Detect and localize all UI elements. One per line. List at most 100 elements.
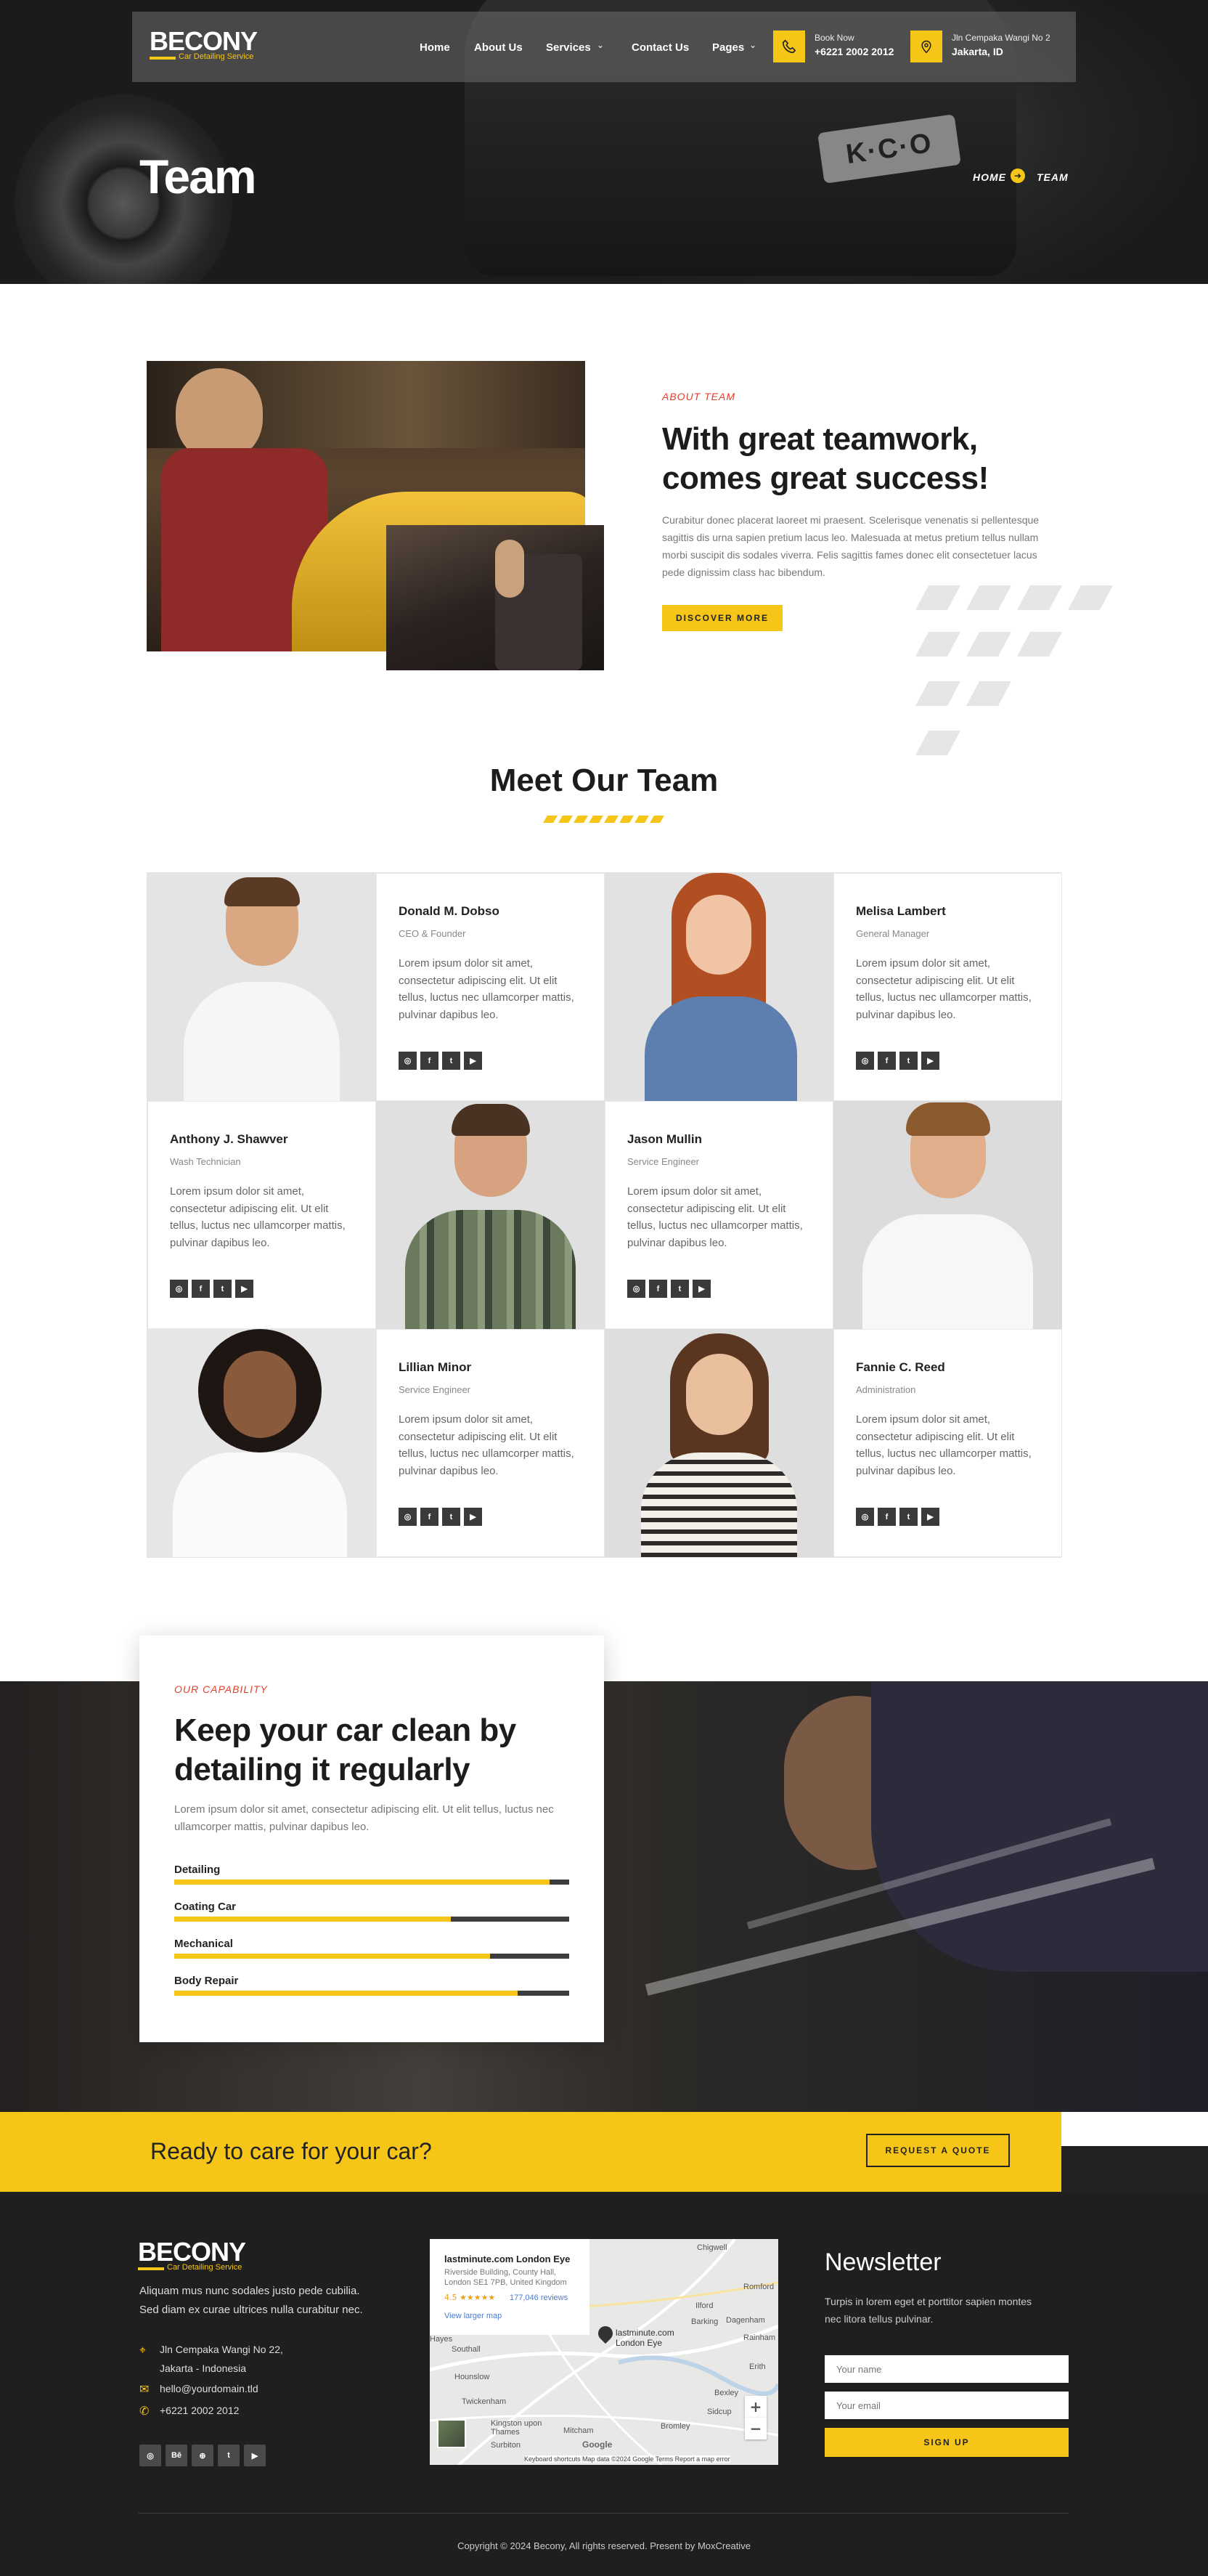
newsletter-text-line2: nec litora tellus pulvinar. xyxy=(825,2313,934,2325)
email-icon: ✉ xyxy=(139,2382,150,2396)
footer-map[interactable]: lastminute.com London Eye Riverside Buil… xyxy=(430,2239,778,2465)
map-label: Ilford xyxy=(695,2301,714,2310)
phone-icon: ✆ xyxy=(139,2404,150,2418)
breadcrumb-current: TEAM xyxy=(1037,171,1069,183)
instagram-icon[interactable]: ◎ xyxy=(856,1508,874,1526)
map-satellite-thumbnail[interactable] xyxy=(437,2419,466,2448)
title-dash xyxy=(619,816,634,823)
logo-underline xyxy=(150,57,176,60)
decor-stripe xyxy=(966,585,1012,610)
decor-stripe xyxy=(915,731,961,755)
request-quote-button[interactable]: REQUEST A QUOTE xyxy=(866,2134,1010,2167)
capability-kicker: OUR CAPABILITY xyxy=(174,1683,268,1695)
youtube-icon[interactable]: ▶ xyxy=(464,1052,482,1070)
youtube-icon[interactable]: ▶ xyxy=(464,1508,482,1526)
nav-pages[interactable]: Pages xyxy=(712,41,744,54)
map-zoom-out-button[interactable]: − xyxy=(745,2418,767,2439)
member-bio: Lorem ipsum dolor sit amet, consectetur … xyxy=(399,957,574,1021)
behance-icon[interactable]: Bē xyxy=(166,2445,187,2466)
discover-more-button[interactable]: DISCOVER MORE xyxy=(662,605,783,631)
site-logo-tagline: Car Detailing Service xyxy=(179,52,254,61)
member-bio: Lorem ipsum dolor sit amet, consectetur … xyxy=(856,1413,1032,1477)
cta-text: Ready to care for your car? xyxy=(150,2138,432,2164)
team-photo-melisa xyxy=(605,873,833,1101)
member-name: Donald M. Dobso xyxy=(399,904,499,918)
twitter-icon[interactable]: t xyxy=(213,1280,232,1298)
team-card-melisa: Melisa Lambert General Manager Lorem ips… xyxy=(833,873,1062,1101)
nav-home[interactable]: Home xyxy=(420,41,450,54)
team-card-donald: Donald M. Dobso CEO & Founder Lorem ipsu… xyxy=(376,873,605,1101)
newsletter-name-input[interactable] xyxy=(825,2355,1069,2383)
twitter-icon[interactable]: t xyxy=(218,2445,240,2466)
map-label: Barking xyxy=(691,2317,719,2326)
team-card-fannie: Fannie C. Reed Administration Lorem ipsu… xyxy=(833,1329,1062,1557)
youtube-icon[interactable]: ▶ xyxy=(693,1280,711,1298)
decor-stripe xyxy=(966,681,1012,706)
footer-phone[interactable]: +6221 2002 2012 xyxy=(160,2401,239,2420)
nav-about-us[interactable]: About Us xyxy=(474,41,523,54)
location-pin-icon: ⌖ xyxy=(139,2343,147,2357)
youtube-icon[interactable]: ▶ xyxy=(235,1280,253,1298)
twitter-icon[interactable]: t xyxy=(671,1280,689,1298)
footer-address-line1: Jln Cempaka Wangi No 22, xyxy=(160,2344,283,2355)
twitter-icon[interactable]: t xyxy=(899,1508,918,1526)
footer-email[interactable]: hello@yourdomain.tld xyxy=(160,2379,258,2398)
about-heading-line1: With great teamwork, xyxy=(662,421,978,457)
map-zoom-in-button[interactable]: + xyxy=(745,2396,767,2418)
map-label: Bexley xyxy=(714,2389,739,2397)
facebook-icon[interactable]: f xyxy=(420,1052,438,1070)
twitter-icon[interactable]: t xyxy=(899,1052,918,1070)
facebook-icon[interactable]: f xyxy=(878,1508,896,1526)
facebook-icon[interactable]: f xyxy=(192,1280,210,1298)
instagram-icon[interactable]: ◎ xyxy=(170,1280,188,1298)
team-section-title: Meet Our Team xyxy=(489,763,719,798)
newsletter-signup-button[interactable]: SIGN UP xyxy=(825,2428,1069,2457)
chevron-down-icon: ⌄ xyxy=(597,40,605,50)
phone-icon-box[interactable] xyxy=(773,31,805,62)
book-now-phone[interactable]: +6221 2002 2012 xyxy=(815,46,894,57)
copyright-text: Copyright © 2024 Becony, All rights rese… xyxy=(457,2540,751,2551)
member-name: Lillian Minor xyxy=(399,1360,472,1374)
view-larger-map-link[interactable]: View larger map xyxy=(444,2312,502,2320)
about-kicker: ABOUT TEAM xyxy=(662,391,736,402)
decor-stripe xyxy=(966,632,1012,657)
map-pin-label-line2: London Eye xyxy=(616,2338,663,2348)
youtube-icon[interactable]: ▶ xyxy=(921,1052,939,1070)
youtube-icon[interactable]: ▶ xyxy=(244,2445,266,2466)
nav-services[interactable]: Services xyxy=(546,41,591,54)
member-bio: Lorem ipsum dolor sit amet, consectetur … xyxy=(627,1185,803,1249)
facebook-icon[interactable]: f xyxy=(649,1280,667,1298)
twitter-icon[interactable]: t xyxy=(442,1052,460,1070)
capability-heading-line2: detailing it regularly xyxy=(174,1752,470,1787)
facebook-icon[interactable]: f xyxy=(420,1508,438,1526)
instagram-icon[interactable]: ◎ xyxy=(399,1508,417,1526)
nav-contact-us[interactable]: Contact Us xyxy=(632,41,689,54)
footer-about-line2: Sed diam ex curae ultrices nulla curabit… xyxy=(139,2304,363,2316)
member-name: Jason Mullin xyxy=(627,1132,702,1146)
member-bio: Lorem ipsum dolor sit amet, consectetur … xyxy=(170,1185,346,1249)
dribbble-icon[interactable]: ⊕ xyxy=(192,2445,213,2466)
phone-icon xyxy=(782,39,796,54)
decor-stripe xyxy=(1067,585,1114,610)
map-label: Surbiton xyxy=(491,2441,521,2450)
skill-label: Mechanical xyxy=(174,1938,233,1950)
skill-label: Coating Car xyxy=(174,1901,237,1913)
instagram-icon[interactable]: ◎ xyxy=(856,1052,874,1070)
instagram-icon[interactable]: ◎ xyxy=(627,1280,645,1298)
team-photo-fannie xyxy=(605,1329,833,1557)
instagram-icon[interactable]: ◎ xyxy=(399,1052,417,1070)
breadcrumb-home[interactable]: HOME xyxy=(973,171,1006,183)
instagram-icon[interactable]: ◎ xyxy=(139,2445,161,2466)
youtube-icon[interactable]: ▶ xyxy=(921,1508,939,1526)
team-photo-anthony xyxy=(376,1101,605,1329)
footer-address-line2: Jakarta - Indonesia xyxy=(160,2362,247,2374)
twitter-icon[interactable]: t xyxy=(442,1508,460,1526)
newsletter-email-input[interactable] xyxy=(825,2392,1069,2419)
title-dash xyxy=(558,816,573,823)
breadcrumb-arrow-icon: ➜ xyxy=(1011,168,1025,183)
title-dash xyxy=(543,816,558,823)
map-reviews[interactable]: 177,046 reviews xyxy=(510,2293,568,2302)
footer-logo-tagline: Car Detailing Service xyxy=(167,2263,242,2272)
map-pin-label-line1: lastminute.com xyxy=(616,2328,674,2338)
facebook-icon[interactable]: f xyxy=(878,1052,896,1070)
